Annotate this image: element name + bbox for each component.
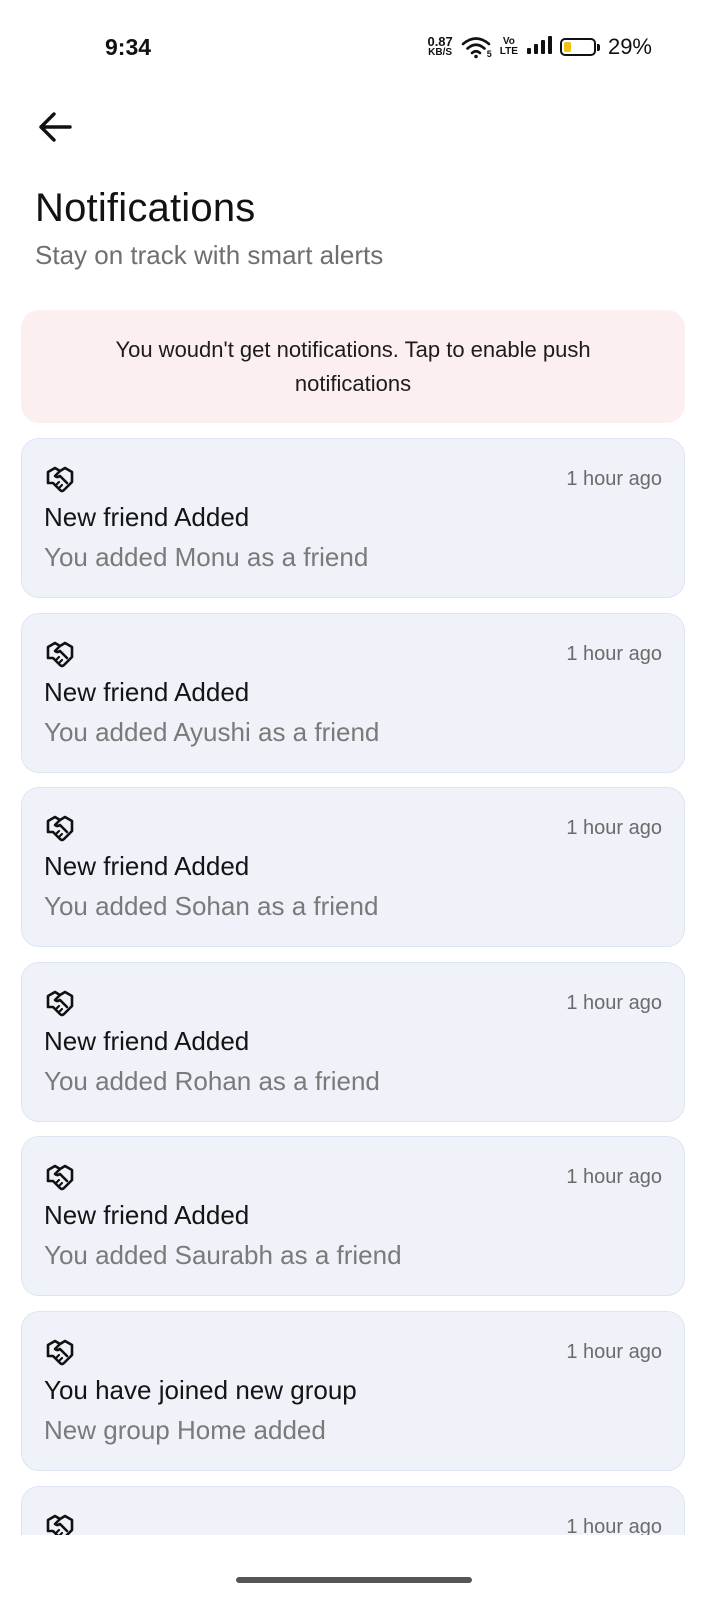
notification-card[interactable]: 1 hour ago New friend Added You added Ayus… (21, 612, 685, 773)
notification-body: You added Saurabh as a friend (44, 1240, 402, 1271)
notification-time: 1 hour ago (566, 642, 662, 665)
network-speed-value: 0.87 (427, 34, 453, 49)
arrow-left-icon (39, 112, 72, 142)
notification-card[interactable]: 1 hour ago New friend Added You added Roha… (21, 961, 685, 1122)
handshake-icon (44, 812, 76, 844)
enable-push-banner[interactable]: You woudn't get notifications. Tap to en… (21, 310, 685, 423)
handshake-icon (44, 638, 76, 670)
notification-body: You added Ayushi as a friend (44, 716, 380, 747)
volte-indicator: Vo LTE (500, 37, 518, 57)
notification-body: You added Monu as a friend (44, 542, 369, 572)
notification-card[interactable]: 1 hour ago New friend Added You added Monu… (21, 438, 685, 598)
page-subtitle: Stay on track with smart alerts (35, 240, 384, 270)
notification-title: New friend Added (44, 676, 250, 707)
notification-list[interactable]: 1 hour ago New friend Added You added Monu… (21, 438, 685, 1535)
notification-card[interactable]: 1 hour ago You have joined new group New g… (21, 1310, 685, 1471)
notification-time: 1 hour ago (566, 1515, 662, 1535)
battery-icon (559, 38, 596, 56)
notification-body: New group Home added (44, 1414, 326, 1445)
notification-title: New friend Added (44, 851, 250, 882)
status-indicators: 0.87 KB/S 5 Vo LTE 29% (427, 32, 652, 62)
battery-level-fill (563, 42, 572, 52)
notification-title: New friend Added (44, 1025, 250, 1056)
notification-body: You added Sohan as a friend (44, 891, 379, 922)
notification-card[interactable]: 1 hour ago (21, 1485, 685, 1535)
wifi-icon: 5 (461, 35, 492, 59)
back-button[interactable] (30, 102, 80, 152)
notification-title: You have joined new group (44, 1374, 357, 1405)
handshake-icon (44, 1161, 76, 1193)
page-title: Notifications (35, 186, 256, 230)
handshake-icon (44, 1336, 76, 1368)
notification-time: 1 hour ago (566, 991, 662, 1014)
notification-card[interactable]: 1 hour ago New friend Added You added Soha… (21, 787, 685, 948)
notification-title: New friend Added (44, 1200, 250, 1231)
notification-time: 1 hour ago (566, 1340, 662, 1363)
notification-time: 1 hour ago (566, 1166, 662, 1189)
notification-card[interactable]: 1 hour ago New friend Added You added Saur… (21, 1136, 685, 1297)
status-time: 9:34 (105, 34, 152, 60)
volte-bottom: LTE (499, 46, 518, 57)
notification-time: 1 hour ago (566, 468, 662, 490)
wifi-badge: 5 (486, 49, 492, 59)
home-indicator[interactable] (236, 1577, 472, 1583)
notification-time: 1 hour ago (566, 817, 662, 840)
enable-push-banner-text: You woudn't get notifications. Tap to en… (115, 336, 591, 396)
network-speed: 0.87 KB/S (427, 34, 453, 58)
network-speed-unit: KB/S (428, 47, 453, 58)
notification-title: New friend Added (44, 502, 250, 532)
battery-percentage: 29% (607, 34, 652, 59)
handshake-icon (44, 463, 76, 495)
signal-icon (526, 35, 552, 60)
notification-body: You added Rohan as a friend (44, 1065, 380, 1096)
battery-indicator: 29% (559, 34, 652, 60)
status-bar: 9:34 0.87 KB/S 5 Vo LTE 29% (0, 0, 720, 96)
handshake-icon (44, 987, 76, 1019)
handshake-icon (44, 1511, 76, 1535)
